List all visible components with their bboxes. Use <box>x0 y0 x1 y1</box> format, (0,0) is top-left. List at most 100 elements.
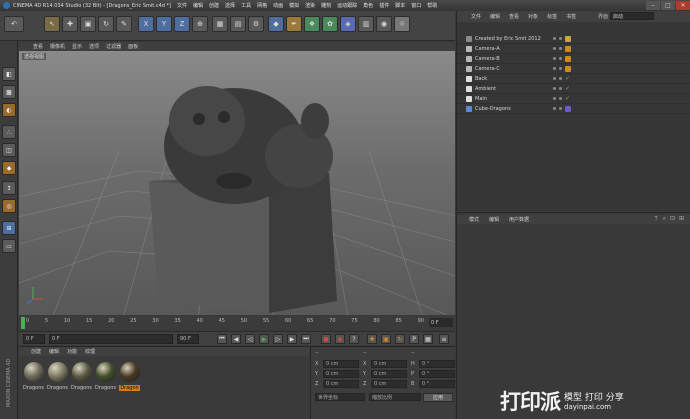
object-visibility-dots[interactable]: ✓ <box>553 75 570 82</box>
material-swatch[interactable]: Dragons <box>71 362 92 394</box>
stone-seal-model[interactable] <box>149 86 337 313</box>
menu-item[interactable]: 编辑 <box>193 2 203 9</box>
current-frame-field[interactable]: 0 F <box>429 318 453 327</box>
autokey-button[interactable]: ◉ <box>335 334 345 344</box>
object-row[interactable]: Cube-Dragons <box>457 104 690 114</box>
scene-button[interactable]: ▥ <box>358 16 374 32</box>
coordinate-value-field[interactable]: 0 cm <box>371 370 407 378</box>
object-row[interactable]: Ambient ✓ <box>457 84 690 94</box>
scale-button[interactable]: ▣ <box>80 16 96 32</box>
enabled-check-icon[interactable]: ✓ <box>565 75 570 82</box>
keyframe-selection-button[interactable]: ? <box>349 334 359 344</box>
goto-start-button[interactable]: ⏮ <box>217 334 227 344</box>
apply-button[interactable]: 应用 <box>423 393 453 402</box>
editor-visibility-dot[interactable] <box>553 77 556 80</box>
polygons-mode-icon[interactable]: ◆ <box>2 161 16 175</box>
coordinate-value-field[interactable]: 0 cm <box>323 380 359 388</box>
object-name[interactable]: Main <box>475 96 553 102</box>
layout-select[interactable]: 启动 <box>610 12 654 20</box>
maximize-button[interactable]: □ <box>661 1 675 10</box>
preview-range-slider[interactable]: 0 F <box>49 334 173 344</box>
size-mode-select[interactable]: 缩放比例 <box>369 393 421 401</box>
object-row[interactable]: Camera-C <box>457 64 690 74</box>
undo-button[interactable]: ↶ <box>4 16 24 32</box>
object-visibility-dots[interactable] <box>553 45 571 52</box>
object-tag-icon[interactable] <box>565 105 571 112</box>
axis-mode-icon[interactable]: ↥ <box>2 181 16 195</box>
object-menu-item[interactable]: 书签 <box>566 13 576 20</box>
end-frame-field[interactable]: 90 F <box>177 334 199 344</box>
material-menu-item[interactable]: 纹理 <box>85 348 95 355</box>
object-tag-icon[interactable] <box>565 65 571 72</box>
viewport-menu-item[interactable]: 显示 <box>72 43 82 50</box>
object-menu-item[interactable]: 文件 <box>471 13 481 20</box>
x-axis-button[interactable]: X <box>138 16 154 32</box>
viewport-menu-item[interactable]: 选项 <box>89 43 99 50</box>
texture-mode-icon[interactable]: ▩ <box>2 85 16 99</box>
subdivision-button[interactable]: ❖ <box>304 16 320 32</box>
attr-up-icon[interactable]: ↑ <box>654 215 659 223</box>
object-row[interactable]: Camera-B <box>457 54 690 64</box>
render-visibility-dot[interactable] <box>559 37 562 40</box>
key-pla-button[interactable]: ▦ <box>423 334 433 344</box>
object-menu-item[interactable]: 查看 <box>509 13 519 20</box>
quantize-icon[interactable]: ▭ <box>2 239 16 253</box>
viewport-menu-item[interactable]: 查看 <box>33 43 43 50</box>
menu-item[interactable]: 运动跟踪 <box>337 2 357 9</box>
minimize-button[interactable]: – <box>646 1 660 10</box>
coordinate-mode-select[interactable]: 世界坐标 <box>315 393 365 401</box>
array-button[interactable]: ✿ <box>322 16 338 32</box>
editor-visibility-dot[interactable] <box>553 57 556 60</box>
camera-button[interactable]: ◉ <box>376 16 392 32</box>
material-menu-item[interactable]: 创建 <box>31 348 41 355</box>
coordinate-value-field[interactable]: 0 ° <box>419 370 455 378</box>
attr-search-icon[interactable]: ⌕ <box>663 215 666 223</box>
object-menu-item[interactable]: 标签 <box>547 13 557 20</box>
editor-visibility-dot[interactable] <box>553 87 556 90</box>
enabled-check-icon[interactable]: ✓ <box>565 85 570 92</box>
editor-visibility-dot[interactable] <box>553 37 556 40</box>
menu-item[interactable]: 雕刻 <box>321 2 331 9</box>
render-settings-button[interactable]: ⚙ <box>248 16 264 32</box>
key-scale-button[interactable]: ▣ <box>381 334 391 344</box>
menu-item[interactable]: 网格 <box>257 2 267 9</box>
render-visibility-dot[interactable] <box>559 87 562 90</box>
object-name[interactable]: Back <box>475 76 553 82</box>
object-name[interactable]: Camera-A <box>475 46 553 52</box>
timeline-menu-button[interactable]: ≡ <box>439 334 449 344</box>
attr-new-icon[interactable]: ⊞ <box>679 215 684 223</box>
editor-visibility-dot[interactable] <box>553 97 556 100</box>
next-key-button[interactable]: ▶ <box>287 334 297 344</box>
object-visibility-dots[interactable] <box>553 105 571 112</box>
prev-frame-button[interactable]: ◁ <box>245 334 255 344</box>
next-frame-button[interactable]: ▷ <box>273 334 283 344</box>
start-frame-field[interactable]: 0 F <box>23 334 45 344</box>
pen-button[interactable]: ✒ <box>286 16 302 32</box>
render-visibility-dot[interactable] <box>559 107 562 110</box>
object-menu-item[interactable]: 编辑 <box>490 13 500 20</box>
menu-item[interactable]: 创建 <box>209 2 219 9</box>
object-menu-item[interactable]: 对象 <box>528 13 538 20</box>
menu-item[interactable]: 工具 <box>241 2 251 9</box>
light-button[interactable]: ☼ <box>394 16 410 32</box>
material-swatch[interactable]: Dragons <box>23 362 44 394</box>
workplane-mode-icon[interactable]: ◐ <box>2 103 16 117</box>
material-swatch[interactable]: Dragon <box>119 362 140 394</box>
render-visibility-dot[interactable] <box>559 97 562 100</box>
object-tag-icon[interactable] <box>565 45 571 52</box>
material-swatch[interactable]: Dragons <box>95 362 116 394</box>
editor-visibility-dot[interactable] <box>553 47 556 50</box>
material-swatch[interactable]: Dragons <box>47 362 68 394</box>
points-mode-icon[interactable]: ∴ <box>2 125 16 139</box>
coordinate-value-field[interactable]: 0 cm <box>371 380 407 388</box>
object-row[interactable]: Created by Eric Smit 2012 <box>457 34 690 44</box>
last-tool-button[interactable]: ✎ <box>116 16 132 32</box>
z-axis-button[interactable]: Z <box>174 16 190 32</box>
timeline[interactable]: 0 5 10 15 20 25 30 35 40 45 50 55 60 65 70 75 80 85 90 0 F <box>19 316 455 330</box>
viewport-menu-item[interactable]: 摄像机 <box>50 43 65 50</box>
close-button[interactable]: ✕ <box>676 1 690 10</box>
render-visibility-dot[interactable] <box>559 57 562 60</box>
attribute-menu-item[interactable]: 模式 <box>469 216 479 223</box>
editor-visibility-dot[interactable] <box>553 107 556 110</box>
timeline-playhead[interactable] <box>21 317 25 329</box>
